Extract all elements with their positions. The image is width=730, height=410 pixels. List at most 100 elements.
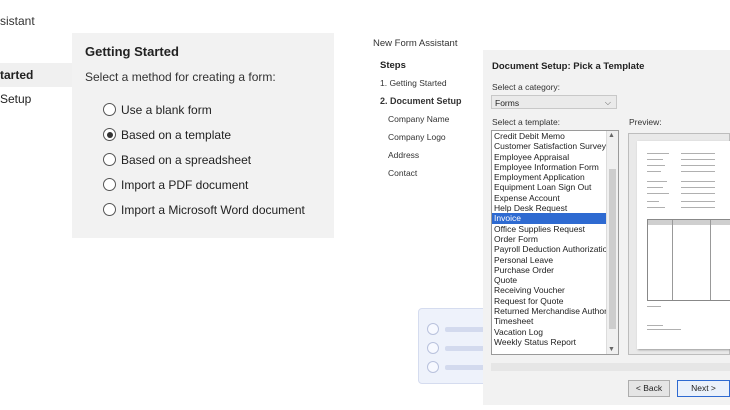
preview-line	[647, 329, 681, 330]
back-button[interactable]: < Back	[628, 380, 670, 397]
step-company-logo[interactable]: Company Logo	[388, 132, 446, 142]
radio-word[interactable]: Import a Microsoft Word document	[103, 197, 305, 222]
step-getting-started[interactable]: 1. Getting Started	[380, 78, 447, 88]
template-list-item[interactable]: Office Supplies Request	[492, 224, 606, 234]
category-select[interactable]: Forms ⌵	[491, 95, 617, 109]
scroll-down-icon[interactable]: ▼	[608, 346, 615, 353]
bullet-icon	[427, 342, 439, 354]
template-list-item[interactable]: Request for Quote	[492, 296, 606, 306]
document-setup-dialog: Document Setup: Pick a Template Select a…	[483, 50, 730, 405]
preview-table-column	[672, 220, 673, 300]
left-step-label: Setup	[0, 92, 32, 106]
left-window-title: sistant	[0, 14, 35, 28]
template-list-item[interactable]: Purchase Order	[492, 265, 606, 275]
template-list-item[interactable]: Employee Appraisal	[492, 152, 606, 162]
template-listbox[interactable]: Credit Debit Memo Customer Satisfaction S…	[491, 130, 619, 355]
preview-line	[681, 153, 715, 154]
template-list-item[interactable]: Customer Satisfaction Survey	[492, 141, 606, 151]
radio-button-selected-icon[interactable]	[103, 128, 116, 141]
preview-line	[681, 181, 715, 182]
preview-line	[647, 165, 665, 166]
deco-bar	[445, 364, 485, 370]
bullet-icon	[427, 361, 439, 373]
deco-row	[427, 342, 485, 354]
category-label: Select a category:	[492, 82, 561, 92]
left-step-setup[interactable]: Setup	[0, 87, 72, 111]
preview-line	[647, 201, 659, 202]
radio-pdf[interactable]: Import a PDF document	[103, 172, 305, 197]
next-button[interactable]: Next >	[677, 380, 730, 397]
template-list-item[interactable]: Order Form	[492, 234, 606, 244]
template-list-item[interactable]: Quote	[492, 275, 606, 285]
method-prompt: Select a method for creating a form:	[85, 70, 276, 84]
preview-line	[647, 325, 663, 326]
template-list-item[interactable]: Vacation Log	[492, 327, 606, 337]
template-list-item[interactable]: Employee Information Form	[492, 162, 606, 172]
step-document-setup[interactable]: 2. Document Setup	[380, 96, 462, 106]
panel-heading: Getting Started	[85, 44, 179, 59]
template-list-item[interactable]: Invoice	[492, 213, 606, 224]
template-list-item[interactable]: Expense Account	[492, 193, 606, 203]
template-list-item[interactable]: Returned Merchandise Authoriz	[492, 306, 606, 316]
scroll-up-icon[interactable]: ▲	[608, 132, 615, 139]
preview-table	[647, 219, 730, 301]
listbox-scrollbar[interactable]: ▲ ▼	[606, 131, 618, 354]
preview-line	[681, 165, 715, 166]
step-company-name[interactable]: Company Name	[388, 114, 449, 124]
left-steps-list: tarted Setup	[0, 63, 72, 111]
template-list-item[interactable]: Payroll Deduction Authorization	[492, 244, 606, 254]
radio-label: Import a Microsoft Word document	[121, 202, 305, 217]
preview-line	[681, 171, 715, 172]
template-list-item[interactable]: Weekly Status Report	[492, 337, 606, 347]
step-address[interactable]: Address	[388, 150, 419, 160]
radio-spreadsheet[interactable]: Based on a spreadsheet	[103, 147, 305, 172]
preview-line	[681, 193, 715, 194]
preview-line	[647, 171, 661, 172]
template-list-item[interactable]: Timesheet	[492, 316, 606, 326]
preview-line	[647, 207, 665, 208]
radio-button-icon[interactable]	[103, 103, 116, 116]
preview-line	[647, 159, 663, 160]
preview-line	[647, 153, 669, 154]
preview-line	[681, 187, 715, 188]
template-label: Select a template:	[492, 117, 561, 127]
template-list-item[interactable]: Help Desk Request	[492, 203, 606, 213]
preview-line	[647, 193, 669, 194]
preview-line	[681, 201, 715, 202]
preview-label: Preview:	[629, 117, 662, 127]
template-list: Credit Debit Memo Customer Satisfaction S…	[492, 131, 618, 347]
radio-label: Import a PDF document	[121, 177, 249, 192]
radio-label: Use a blank form	[121, 102, 212, 117]
deco-bar	[445, 345, 485, 351]
radio-button-icon[interactable]	[103, 203, 116, 216]
radio-button-icon[interactable]	[103, 153, 116, 166]
deco-bar	[445, 326, 485, 332]
template-list-item[interactable]: Equipment Loan Sign Out	[492, 182, 606, 192]
decorative-list-card	[418, 308, 488, 384]
preview-document-thumbnail	[637, 141, 730, 349]
radio-button-icon[interactable]	[103, 178, 116, 191]
template-list-item[interactable]: Personal Leave	[492, 255, 606, 265]
category-value: Forms	[495, 98, 520, 108]
radio-blank-form[interactable]: Use a blank form	[103, 97, 305, 122]
radio-label: Based on a spreadsheet	[121, 152, 252, 167]
template-list-item[interactable]: Receiving Voucher	[492, 285, 606, 295]
horizontal-scrollbar[interactable]	[491, 363, 730, 371]
deco-row	[427, 361, 485, 373]
preview-line	[681, 207, 715, 208]
radio-template[interactable]: Based on a template	[103, 122, 305, 147]
preview-line	[681, 159, 715, 160]
step-contact[interactable]: Contact	[388, 168, 417, 178]
preview-table-column	[710, 220, 711, 300]
left-step-getting-started[interactable]: tarted	[0, 63, 72, 87]
template-list-item[interactable]: Credit Debit Memo	[492, 131, 606, 141]
getting-started-panel: Getting Started Select a method for crea…	[72, 33, 334, 238]
template-preview	[628, 133, 730, 355]
dialog-heading: Document Setup: Pick a Template	[492, 61, 645, 72]
chevron-down-icon[interactable]: ⌵	[605, 96, 611, 110]
template-list-item[interactable]: Employment Application	[492, 172, 606, 182]
radio-label: Based on a template	[121, 127, 232, 142]
window-title: New Form Assistant	[373, 38, 458, 49]
scrollbar-thumb[interactable]	[609, 169, 616, 329]
method-radio-group: Use a blank form Based on a template Bas…	[103, 97, 305, 222]
